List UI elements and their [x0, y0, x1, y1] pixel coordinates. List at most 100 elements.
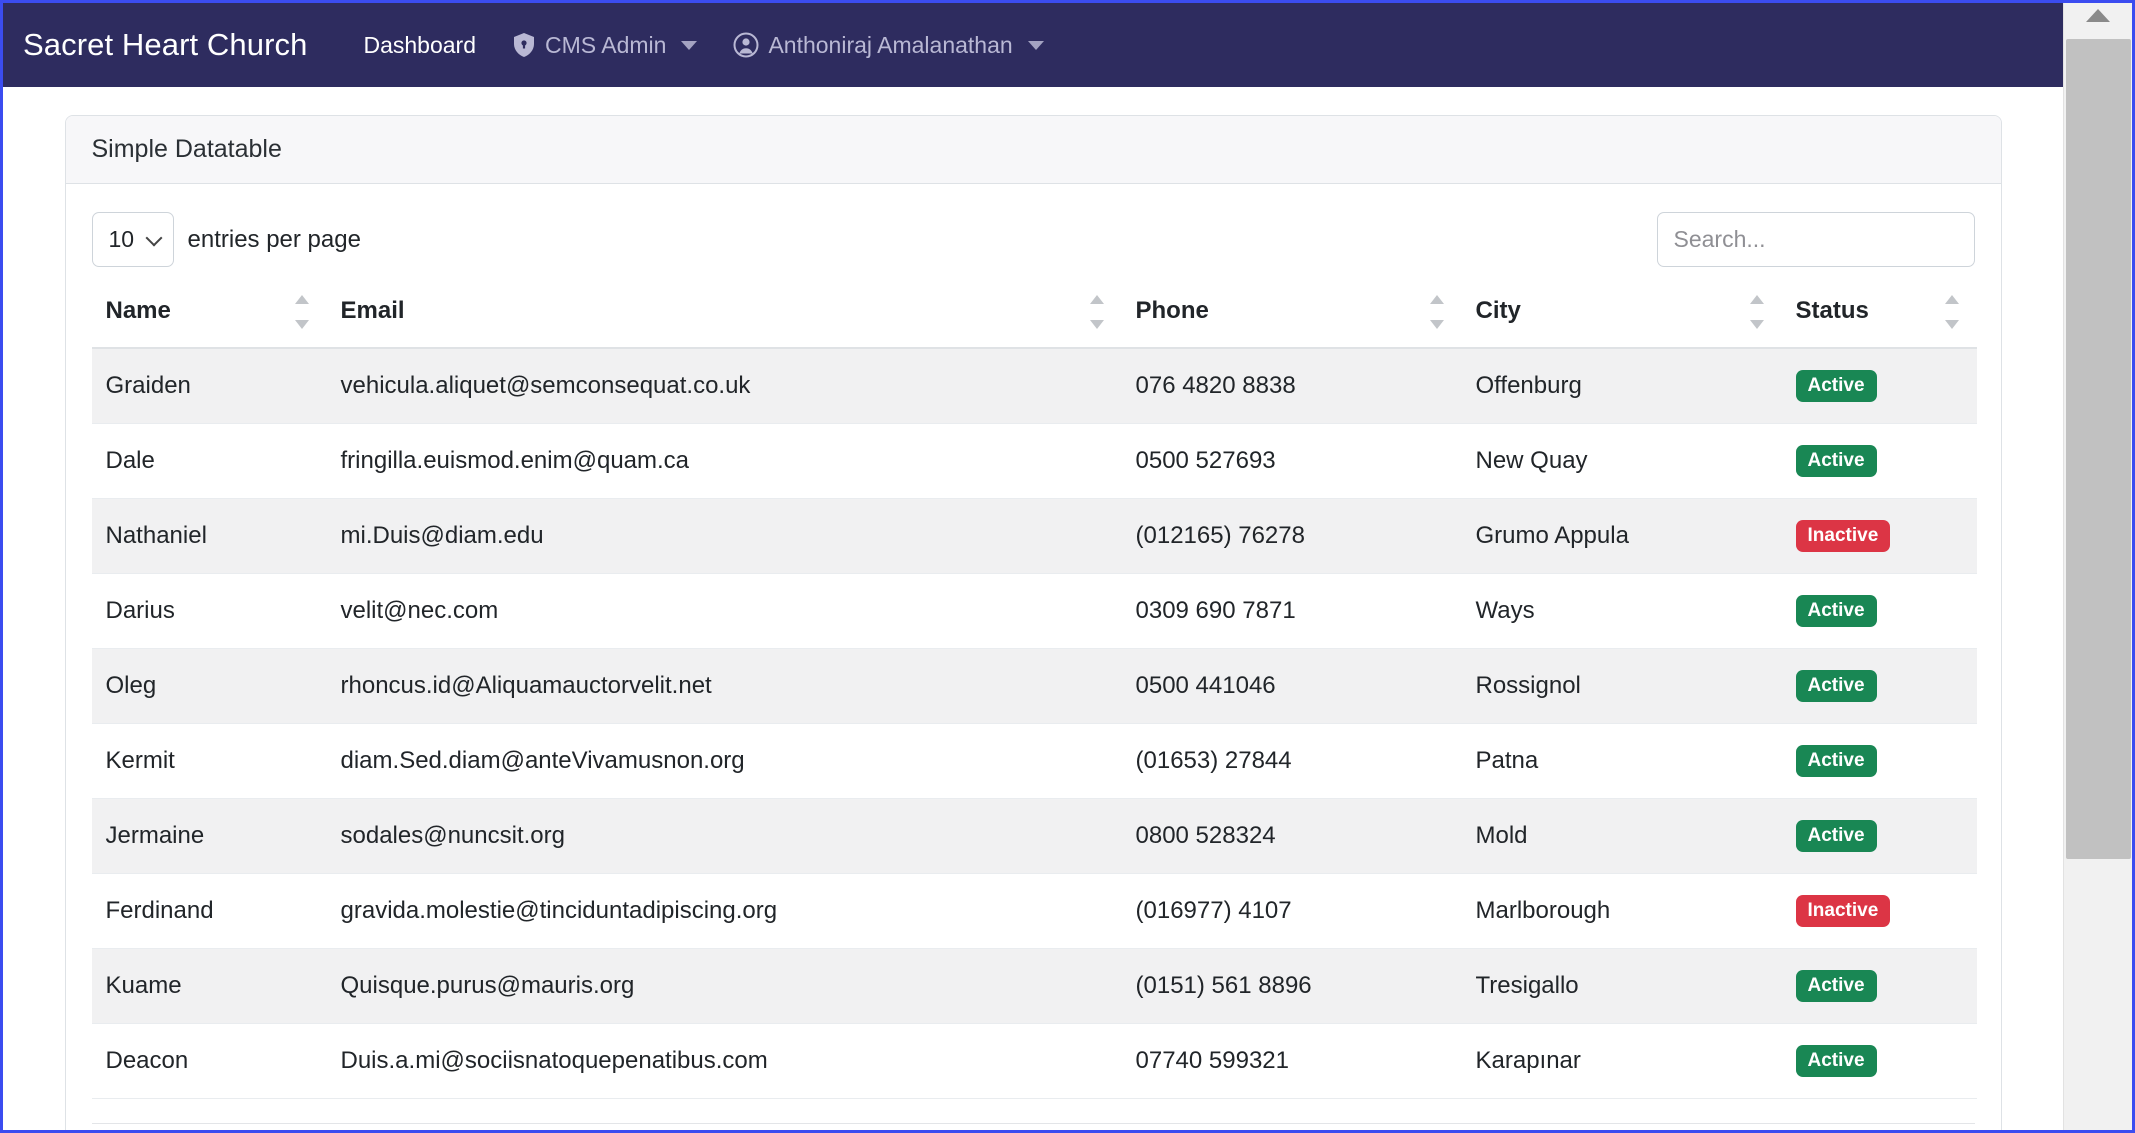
column-header-phone[interactable]: Phone — [1121, 287, 1462, 349]
table-row: Jermaine sodales@nuncsit.org 0800 528324 Mo… — [91, 798, 1977, 874]
search-input[interactable] — [1656, 212, 1975, 267]
cell-name: Kermit — [91, 723, 327, 799]
cell-city: Mold — [1461, 798, 1782, 874]
navbar-links: Dashboard CMS Admin Anthoniraj Amalanath… — [345, 26, 1061, 65]
column-header-name-label: Name — [105, 297, 171, 324]
cell-email: Quisque.purus@mauris.org — [326, 948, 1122, 1024]
cell-city: Ways — [1461, 573, 1782, 649]
cell-city: Rossignol — [1461, 648, 1782, 724]
nav-item-user-menu[interactable]: Anthoniraj Amalanathan — [715, 26, 1061, 65]
cell-status: Active — [1781, 648, 1977, 724]
cell-email: rhoncus.id@Aliquamauctorvelit.net — [326, 648, 1122, 724]
status-badge: Active — [1795, 1045, 1877, 1077]
nav-item-dashboard[interactable]: Dashboard — [345, 26, 494, 65]
card-title: Simple Datatable — [65, 116, 2001, 184]
sort-icon[interactable] — [1089, 295, 1104, 329]
status-badge: Active — [1795, 970, 1877, 1002]
table-row: Darius velit@nec.com 0309 690 7871 Ways Acti… — [91, 573, 1977, 649]
table-row: Ferdinand gravida.molestie@tinciduntadipi… — [91, 873, 1977, 949]
status-badge: Active — [1795, 670, 1877, 702]
entries-per-page-value: 10 — [108, 226, 135, 252]
cell-city: Marlborough — [1461, 873, 1782, 949]
cell-phone: (016977) 4107 — [1121, 873, 1462, 949]
table-row: Kermit diam.Sed.diam@anteVivamusnon.org (0… — [91, 723, 1977, 799]
cell-city: New Quay — [1461, 423, 1782, 499]
status-badge: Active — [1795, 445, 1877, 477]
cell-phone: 0500 527693 — [1121, 423, 1462, 499]
entries-per-page-label: entries per page — [187, 225, 361, 253]
scrollbar-thumb[interactable] — [2066, 39, 2131, 859]
cell-phone: 076 4820 8838 — [1121, 348, 1462, 424]
data-table: Name Email Phone City Status Graiden veh… — [91, 287, 1977, 1099]
nav-item-dashboard-label: Dashboard — [363, 31, 476, 58]
table-controls: 10 entries per page — [91, 212, 1975, 267]
cell-phone: (012165) 76278 — [1121, 498, 1462, 574]
cell-status: Active — [1781, 723, 1977, 799]
column-header-email[interactable]: Email — [326, 287, 1122, 349]
table-row: Kuame Quisque.purus@mauris.org (0151) 561 … — [91, 948, 1977, 1024]
cell-email: vehicula.aliquet@semconsequat.co.uk — [326, 348, 1122, 424]
cell-name: Oleg — [91, 648, 327, 724]
cell-email: Duis.a.mi@sociisnatoquepenatibus.com — [326, 1023, 1122, 1099]
cell-status: Inactive — [1781, 873, 1977, 949]
cell-email: velit@nec.com — [326, 573, 1122, 649]
status-badge: Active — [1795, 370, 1877, 402]
cell-status: Active — [1781, 1023, 1977, 1099]
cell-email: fringilla.euismod.enim@quam.ca — [326, 423, 1122, 499]
cell-email: mi.Duis@diam.edu — [326, 498, 1122, 574]
cell-name: Nathaniel — [91, 498, 327, 574]
column-header-city[interactable]: City — [1461, 287, 1782, 349]
cell-name: Dale — [91, 423, 327, 499]
chevron-down-icon — [1027, 40, 1044, 50]
chevron-down-icon — [681, 40, 698, 50]
cell-status: Active — [1781, 798, 1977, 874]
cell-name: Kuame — [91, 948, 327, 1024]
nav-item-cms-admin-label: CMS Admin — [545, 31, 667, 58]
cell-name: Ferdinand — [91, 873, 327, 949]
table-row: Nathaniel mi.Duis@diam.edu (012165) 76278 G… — [91, 498, 1977, 574]
table-body: Graiden vehicula.aliquet@semconsequat.co.… — [91, 348, 1977, 1099]
column-header-city-label: City — [1475, 297, 1521, 324]
cell-status: Active — [1781, 948, 1977, 1024]
status-badge: Active — [1795, 820, 1877, 852]
datatable-card: Simple Datatable 10 entries per page Sea… — [64, 115, 2002, 1130]
table-row: Dale fringilla.euismod.enim@quam.ca 0500 5… — [91, 423, 1977, 499]
cell-name: Jermaine — [91, 798, 327, 874]
sort-icon[interactable] — [1944, 295, 1959, 329]
browser-viewport: Sacret Heart Church Dashboard CMS Admin — [0, 0, 2135, 1133]
cell-status: Active — [1781, 423, 1977, 499]
cell-phone: (01653) 27844 — [1121, 723, 1462, 799]
entries-per-page-select[interactable]: 10 — [91, 212, 174, 267]
column-header-status[interactable]: Status — [1781, 287, 1977, 349]
sort-icon[interactable] — [294, 295, 309, 329]
cell-city: Tresigallo — [1461, 948, 1782, 1024]
cell-city: Offenburg — [1461, 348, 1782, 424]
cell-phone: 07740 599321 — [1121, 1023, 1462, 1099]
user-circle-icon — [733, 32, 759, 58]
table-row: Graiden vehicula.aliquet@semconsequat.co.… — [91, 348, 1977, 424]
brand-title[interactable]: Sacret Heart Church — [23, 27, 345, 63]
page-length-control: 10 entries per page — [91, 212, 361, 267]
status-badge: Inactive — [1795, 895, 1891, 927]
sort-icon[interactable] — [1429, 295, 1444, 329]
cell-status: Inactive — [1781, 498, 1977, 574]
column-header-email-label: Email — [340, 297, 405, 324]
column-header-status-label: Status — [1795, 297, 1869, 324]
vertical-scrollbar[interactable] — [2063, 3, 2132, 1130]
cell-email: diam.Sed.diam@anteVivamusnon.org — [326, 723, 1122, 799]
status-badge: Active — [1795, 745, 1877, 777]
cell-email: sodales@nuncsit.org — [326, 798, 1122, 874]
table-header-row: Name Email Phone City Status — [91, 287, 1977, 349]
status-badge: Active — [1795, 595, 1877, 627]
table-info: Showing 1 to 10 of 10 entries — [91, 1123, 1975, 1130]
column-header-name[interactable]: Name — [91, 287, 327, 349]
page-content: Simple Datatable 10 entries per page Sea… — [3, 87, 2063, 1130]
cell-status: Active — [1781, 573, 1977, 649]
sort-icon[interactable] — [1749, 295, 1764, 329]
table-row: Oleg rhoncus.id@Aliquamauctorvelit.net 050… — [91, 648, 1977, 724]
cell-city: Karapınar — [1461, 1023, 1782, 1099]
scroll-up-arrow-icon[interactable] — [2086, 9, 2110, 22]
cell-phone: 0500 441046 — [1121, 648, 1462, 724]
card-body: 10 entries per page Search... Name Email… — [66, 184, 2001, 1130]
nav-item-cms-admin[interactable]: CMS Admin — [494, 26, 715, 65]
